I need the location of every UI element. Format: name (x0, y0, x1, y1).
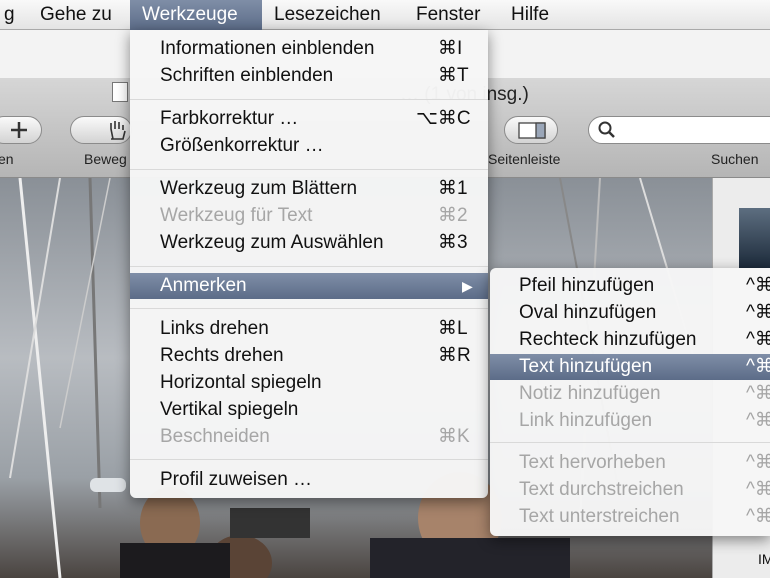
shortcut-label: ⌘L (438, 318, 468, 339)
shortcut-label: ⌘R (438, 345, 471, 366)
menu-lesezeichen[interactable]: Lesezeichen (262, 0, 393, 30)
menu-item-label: Rechteck hinzufügen (519, 329, 697, 350)
menu-item-vertikal-spiegeln[interactable]: Vertikal spiegeln (130, 397, 488, 423)
menu-gehe-zu[interactable]: Gehe zu (28, 0, 124, 30)
menu-item-label: Werkzeug für Text (160, 205, 313, 226)
sidebar-label: Seitenleiste (488, 151, 561, 167)
menu-item-label: Farbkorrektur … (160, 108, 299, 129)
menu-separator (490, 442, 770, 443)
menu-item-rechts-drehen[interactable]: Rechts drehen ⌘R (130, 343, 488, 369)
move-label: Beweg (84, 151, 127, 167)
menu-item-label: Oval hinzufügen (519, 302, 657, 323)
menu-item-horizontal-spiegeln[interactable]: Horizontal spiegeln (130, 370, 488, 396)
search-label: Suchen (711, 151, 759, 167)
menu-item-label: Werkzeug zum Auswählen (160, 232, 384, 253)
menu-item-blaettern[interactable]: Werkzeug zum Blättern ⌘1 (130, 176, 488, 202)
menu-item-label: Links drehen (160, 318, 269, 339)
move-tool-button[interactable] (70, 116, 132, 144)
menu-item-label: Rechts drehen (160, 345, 284, 366)
shortcut-label: ^⌘ (746, 410, 770, 431)
menu-item-informationen[interactable]: Informationen einblenden ⌘I (130, 36, 488, 62)
menu-item-label: Größenkorrektur … (160, 135, 324, 156)
shortcut-label: ^⌘ (746, 356, 770, 377)
menu-item-label: Anmerken (160, 275, 247, 296)
sidebar-toggle-button[interactable] (504, 116, 558, 144)
menu-item-label: Werkzeug zum Blättern (160, 178, 358, 199)
menu-separator (130, 99, 488, 100)
submenu-item-rechteck[interactable]: Rechteck hinzufügen ^⌘ (490, 327, 770, 353)
menu-bar: g Gehe zu Werkzeuge Lesezeichen Fenster … (0, 0, 770, 30)
submenu-item-durchstreichen: Text durchstreichen ^⌘ (490, 477, 770, 503)
shortcut-label: ^⌘ (746, 329, 770, 350)
menu-item-beschneiden: Beschneiden ⌘K (130, 424, 488, 450)
menu-item-label: Profil zuweisen … (160, 469, 313, 490)
menu-werkzeuge[interactable]: Werkzeuge (130, 0, 262, 30)
menu-item-text-tool: Werkzeug für Text ⌘2 (130, 203, 488, 229)
menu-item-farbkorrektur[interactable]: Farbkorrektur … ⌥⌘C (130, 106, 488, 132)
menu-separator (130, 266, 488, 267)
shortcut-label: ⌘3 (438, 232, 468, 253)
submenu-item-oval[interactable]: Oval hinzufügen ^⌘ (490, 300, 770, 326)
shortcut-label: ⌘2 (438, 205, 468, 226)
menu-item-label: Text durchstreichen (519, 479, 684, 500)
menu-item-label: Schriften einblenden (160, 65, 334, 86)
search-icon (598, 121, 615, 138)
submenu-item-notiz: Notiz hinzufügen ^⌘ (490, 381, 770, 407)
menu-item-auswaehlen[interactable]: Werkzeug zum Auswählen ⌘3 (130, 230, 488, 256)
sidebar-caption: IM (758, 551, 770, 567)
zoom-label: en (0, 151, 14, 167)
shortcut-label: ⌘1 (438, 178, 468, 199)
submenu-item-pfeil[interactable]: Pfeil hinzufügen ^⌘ (490, 273, 770, 299)
menu-item-label: Beschneiden (160, 426, 270, 447)
shortcut-label: ^⌘ (746, 506, 770, 527)
menu-hilfe[interactable]: Hilfe (499, 0, 561, 30)
menu-item-links-drehen[interactable]: Links drehen ⌘L (130, 316, 488, 342)
document-icon (112, 82, 128, 102)
werkzeuge-menu: Informationen einblenden ⌘I Schriften ei… (130, 30, 488, 498)
shortcut-label: ^⌘ (746, 302, 770, 323)
menu-separator (130, 308, 488, 309)
menu-item-label: Link hinzufügen (519, 410, 653, 431)
menu-item-schriften[interactable]: Schriften einblenden ⌘T (130, 63, 488, 89)
plus-icon (11, 122, 27, 138)
shortcut-label: ^⌘ (746, 479, 770, 500)
submenu-item-unterstreichen: Text unterstreichen ^⌘ (490, 504, 770, 530)
menu-separator (130, 169, 488, 170)
menu-item-label: Horizontal spiegeln (160, 372, 322, 393)
shortcut-label: ^⌘ (746, 452, 770, 473)
sidebar-icon (518, 122, 546, 139)
shortcut-label: ^⌘ (746, 275, 770, 296)
submenu-item-hervorheben: Text hervorheben ^⌘ (490, 450, 770, 476)
menu-item-label: Text unterstreichen (519, 506, 680, 527)
menu-item-label: Vertikal spiegeln (160, 399, 299, 420)
submenu-item-text[interactable]: Text hinzufügen ^⌘ (490, 354, 770, 380)
search-input[interactable] (588, 116, 770, 144)
shortcut-label: ⌘I (438, 38, 463, 59)
menu-item-anmerken[interactable]: Anmerken ▶ (130, 273, 488, 299)
anmerken-submenu: Pfeil hinzufügen ^⌘ Oval hinzufügen ^⌘ R… (490, 268, 770, 536)
menu-item-label: Informationen einblenden (160, 38, 375, 59)
hand-icon (110, 121, 126, 140)
shortcut-label: ⌘K (438, 426, 470, 447)
menu-item-groessenkorrektur[interactable]: Größenkorrektur … (130, 133, 488, 159)
shortcut-label: ⌥⌘C (416, 108, 471, 129)
menu-item-label: Text hervorheben (519, 452, 666, 473)
menu-item-profil-zuweisen[interactable]: Profil zuweisen … (130, 467, 488, 493)
zoom-in-button[interactable] (0, 116, 42, 144)
page-thumbnail[interactable] (739, 208, 770, 268)
menu-item-label: Pfeil hinzufügen (519, 275, 655, 296)
menu-item-label: Text hinzufügen (519, 356, 653, 377)
menu-fenster[interactable]: Fenster (404, 0, 492, 30)
menu-separator (130, 459, 488, 460)
submenu-item-link: Link hinzufügen ^⌘ (490, 408, 770, 434)
menu-item-label: Notiz hinzufügen (519, 383, 661, 404)
menu-edit-fragment[interactable]: g (0, 0, 27, 30)
submenu-arrow-icon: ▶ (462, 278, 473, 294)
shortcut-label: ⌘T (438, 65, 469, 86)
shortcut-label: ^⌘ (746, 383, 770, 404)
